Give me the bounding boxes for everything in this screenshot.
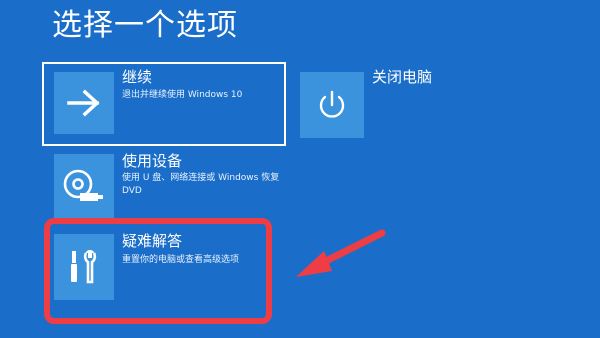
annotation-highlight-box [44,218,272,324]
arrow-right-icon [67,89,100,117]
shutdown-tile [300,72,364,138]
continue-title: 继续 [122,68,153,86]
continue-tile [54,72,114,134]
annotation-arrow-icon [296,229,386,277]
continue-option[interactable]: 继续 退出并继续使用 Windows 10 [42,62,286,146]
use-device-description: 使用 U 盘、网络连接或 Windows 恢复 DVD [122,173,280,196]
use-device-title: 使用设备 [122,152,183,170]
shutdown-title: 关闭电脑 [372,68,433,86]
continue-description: 退出并继续使用 Windows 10 [122,90,243,100]
disc-usb-icon [63,169,103,201]
power-icon [319,90,345,118]
shutdown-option[interactable]: 关闭电脑 [300,64,470,144]
use-device-tile [54,154,114,218]
page-title: 选择一个选项 [52,8,238,43]
use-device-option[interactable]: 使用设备 使用 U 盘、网络连接或 Windows 恢复 DVD [44,148,284,224]
